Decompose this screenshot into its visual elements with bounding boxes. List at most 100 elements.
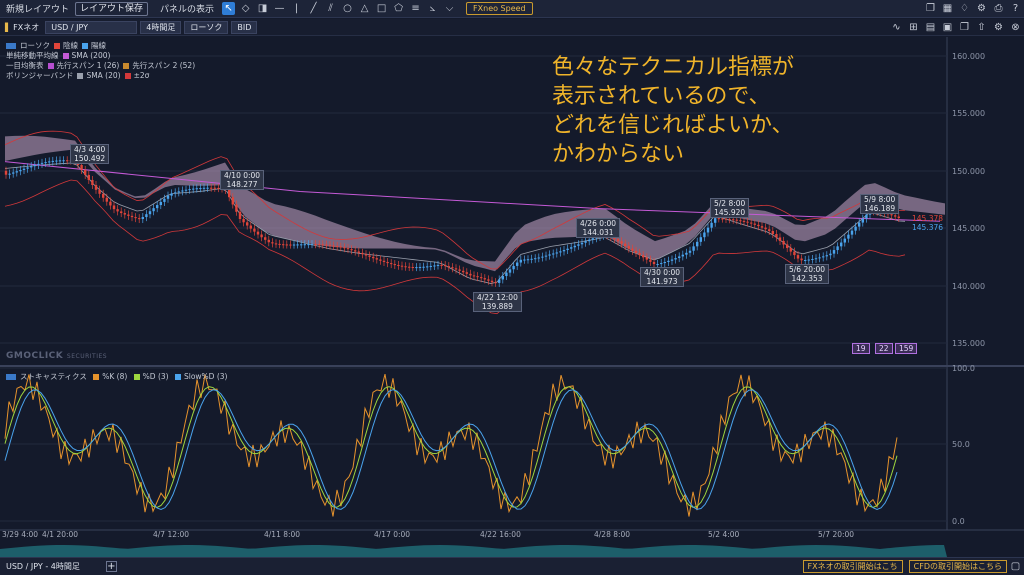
candle-body [429,265,432,267]
expand-icon[interactable]: ▢ [1009,560,1022,573]
window-icon[interactable]: ❐ [924,2,937,15]
menu-panel-display[interactable]: パネルの表示 [154,2,220,15]
candle-body [228,189,231,198]
stoch-collapse-icon[interactable] [6,374,16,380]
candle-body [454,268,458,270]
annotation-label: 4/26 0:00 144.031 [576,218,621,238]
candle-body [314,244,317,246]
candle-body [894,215,897,217]
candle-body [642,255,645,258]
price-tag-ask: 145.378 [912,214,944,223]
copy-icon[interactable]: ❐ [958,21,971,34]
candle-body [44,162,47,164]
candle-body [267,239,270,243]
pentagon-icon[interactable]: ⬠ [392,2,405,15]
circle-icon[interactable]: ○ [341,2,354,15]
legend-sma200: SMA (200) [71,51,111,60]
symbol-select[interactable]: USD / JPY [45,20,138,34]
timeframe-select[interactable]: 4時間足 [140,20,182,34]
parallel-lines-icon[interactable]: ⫽ [324,2,337,15]
rectangle-icon[interactable]: □ [375,2,388,15]
chart-toolbar: ▌ FXネオ USD / JPY 4時間足 ローソク BID ∿ ⊞ ▤ ▣ ❐… [0,19,1024,36]
dropdown-icon[interactable]: ⌵ [443,2,456,15]
price-tick: 145.000 [952,224,986,233]
export-icon[interactable]: ⇧ [975,21,988,34]
x-tick: 4/11 8:00 [264,530,301,539]
candle-body [692,246,695,251]
gann-fan-icon[interactable]: ⦣ [426,2,439,15]
candle-body [48,161,51,163]
collapse-icon[interactable] [6,43,16,49]
candle-body [274,243,278,245]
close-icon[interactable]: ⊗ [1009,21,1022,34]
candle-body [469,273,472,276]
annotation-label: 4/30 0:00 141.973 [640,267,685,287]
x-tick: 4/17 0:00 [374,530,411,539]
candle-body [663,261,666,264]
bell-icon[interactable]: ♢ [958,2,971,15]
candle-body [836,246,839,251]
cursor-icon[interactable]: ↖ [222,2,236,15]
candle-body [296,244,299,246]
x-tick: 4/28 8:00 [594,530,631,539]
annotation-label: 4/22 12:00 139.889 [473,292,522,312]
print-icon[interactable]: ⎙ [992,2,1005,15]
cfd-start-button[interactable]: CFDの取引開始はこちら [908,560,1007,573]
candle-body [638,252,641,256]
vertical-line-icon[interactable]: | [290,2,303,15]
trend-line-icon[interactable]: ╱ [307,2,320,15]
candle-body [361,252,364,255]
overlay-caption: 色々なテクニカル指標が 表示されているので、 どれを信じればよいか、 かわからな… [552,55,795,167]
candle-body [109,201,112,206]
help-icon[interactable]: ? [1009,2,1022,15]
candle-body [825,255,828,257]
legend-ichimoku: 一目均衡表 [6,61,44,70]
fxneo-speed-button[interactable]: FXneo Speed [466,2,533,15]
candle-body [847,234,850,239]
fibonacci-icon[interactable]: ≡ [409,2,422,15]
candle-body [822,256,825,258]
candle-body [145,214,148,218]
legend-stoch-d: %D (3) [142,372,169,381]
candle-body [656,264,659,266]
badge[interactable]: 19 [852,343,870,354]
fill-icon[interactable]: ◨ [256,2,269,15]
badge[interactable]: 159 [895,343,918,354]
candle-body [354,250,357,252]
candle-body [55,160,58,162]
candle-body [210,187,213,189]
save-layout-button[interactable]: レイアウト保存 [75,1,149,16]
candle-body [292,244,296,246]
menu-new-layout[interactable]: 新規レイアウト [0,2,75,15]
candle-body [138,218,141,220]
price-tick: 135.000 [952,339,986,348]
legend-bear: 陰線 [63,41,78,50]
navigator-area [0,545,947,557]
badge[interactable]: 22 [875,343,893,354]
eraser-icon[interactable]: ◇ [239,2,252,15]
x-tick: 5/2 4:00 [708,530,740,539]
triangle-icon[interactable]: △ [358,2,371,15]
chart-type-select[interactable]: ローソク [184,20,229,34]
candle-body [12,172,15,174]
candle-body [357,251,360,253]
candle-body [58,160,62,162]
candle-body [616,239,620,242]
add-tab-icon[interactable]: + [105,561,117,572]
side-select[interactable]: BID [231,20,258,34]
camera-icon[interactable]: ▣ [941,21,954,34]
fx-start-button[interactable]: FXネオの取引開始はこち [802,560,903,573]
candle-body [166,195,170,199]
drawing-list-icon[interactable]: ▤ [924,21,937,34]
candle-body [19,169,22,172]
chart-tab[interactable]: USD / JPY - 4時間足 [0,561,86,572]
candle-body [721,218,724,220]
add-panel-icon[interactable]: ⊞ [907,21,920,34]
settings-icon[interactable]: ⚙ [992,21,1005,34]
gear-icon[interactable]: ⚙ [975,2,988,15]
horizontal-line-icon[interactable]: — [273,2,286,15]
candle-body [15,171,18,173]
indicator-icon[interactable]: ∿ [890,21,903,34]
candle-body [328,245,332,247]
layout-icon[interactable]: ▦ [941,2,954,15]
